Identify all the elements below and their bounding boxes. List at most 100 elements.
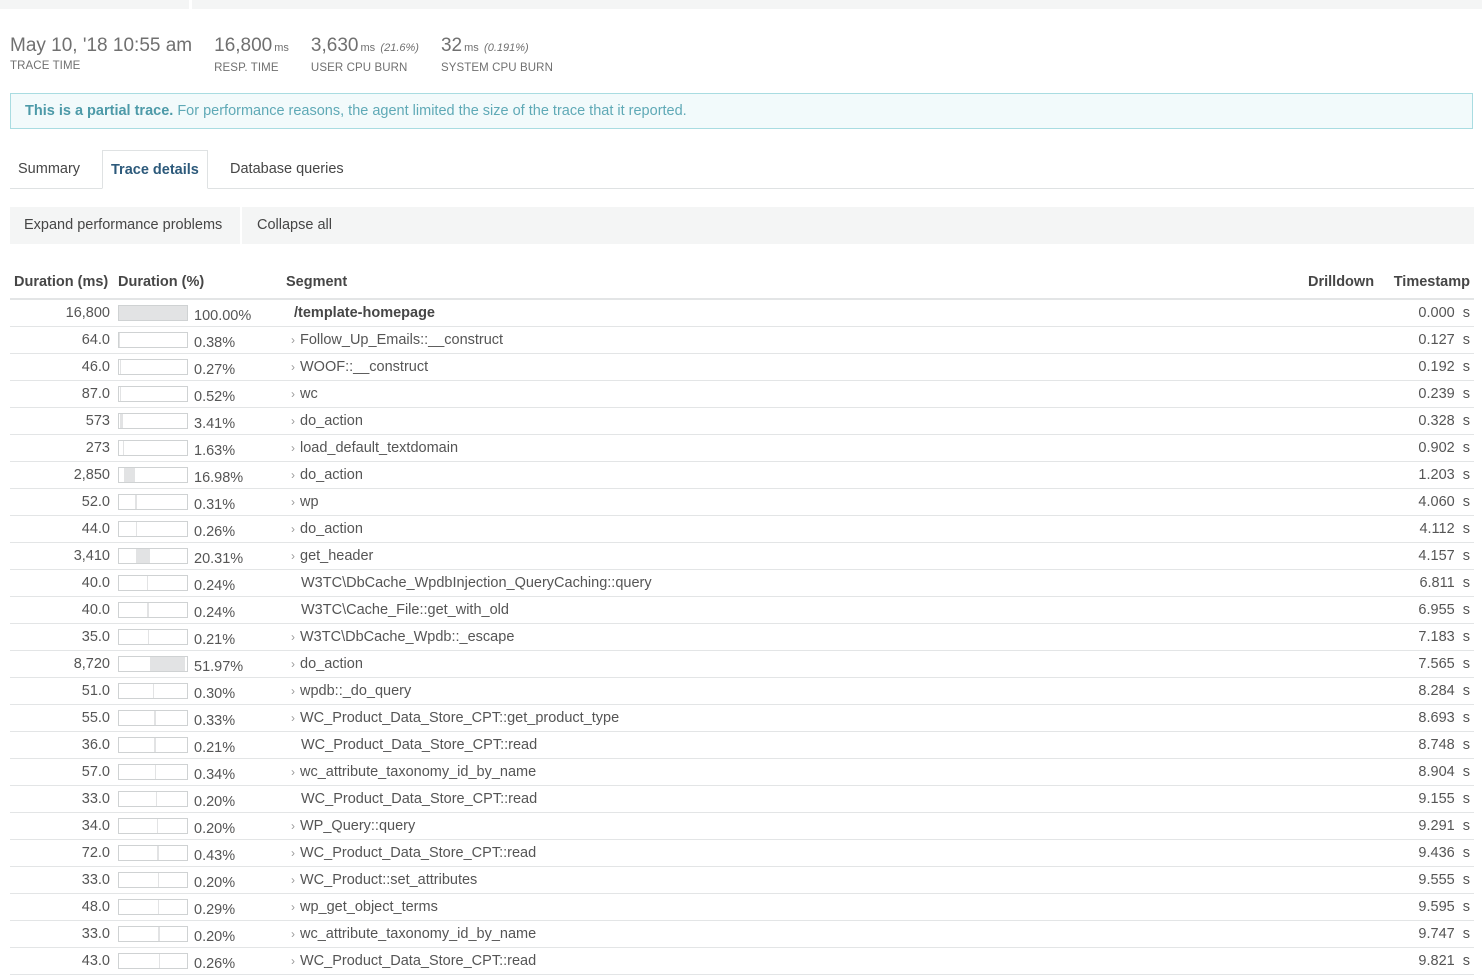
- table-row[interactable]: 72.0 0.43% › WC_Product_Data_Store_CPT::rea…: [10, 839, 1474, 867]
- timestamp-cell: 9.555 s: [1382, 866, 1474, 894]
- duration-pct-value: 0.43%: [194, 848, 236, 865]
- duration-pct-cell: 16.98%: [114, 461, 282, 489]
- duration-ms-cell: 8,720: [10, 650, 114, 678]
- segment-cell[interactable]: WC_Product_Data_Store_CPT::read: [282, 731, 1304, 759]
- table-row[interactable]: 64.0 0.38% › Follow_Up_Emails::__construct 0…: [10, 326, 1474, 354]
- expand-chevron-icon[interactable]: ›: [286, 684, 300, 698]
- segment-cell[interactable]: › load_default_textdomain: [282, 434, 1304, 462]
- segment-cell[interactable]: W3TC\DbCache_WpdbInjection_QueryCaching:…: [282, 569, 1304, 597]
- segment-cell[interactable]: › Follow_Up_Emails::__construct: [282, 326, 1304, 354]
- table-row[interactable]: 573 3.41% › do_action 0.328 s: [10, 407, 1474, 435]
- table-row[interactable]: 35.0 0.21% › W3TC\DbCache_Wpdb::_escape 7.18…: [10, 623, 1474, 651]
- table-row[interactable]: 33.0 0.20% WC_Product_Data_Store_CPT::read…: [10, 785, 1474, 813]
- duration-bar: [118, 548, 188, 565]
- expand-chevron-icon[interactable]: ›: [286, 495, 300, 509]
- segment-cell[interactable]: › wc_attribute_taxonomy_id_by_name: [282, 758, 1304, 786]
- expand-chevron-icon[interactable]: ›: [286, 441, 300, 455]
- segment-cell[interactable]: › WC_Product::set_attributes: [282, 866, 1304, 894]
- segment-cell[interactable]: › WP_Query::query: [282, 812, 1304, 840]
- collapse-all-button[interactable]: Collapse all: [243, 207, 346, 244]
- duration-bar: [118, 683, 188, 700]
- expand-chevron-icon[interactable]: ›: [286, 549, 300, 563]
- drilldown-cell: [1304, 731, 1382, 759]
- duration-bar: [118, 764, 188, 781]
- segment-cell[interactable]: › do_action: [282, 407, 1304, 435]
- table-row[interactable]: 3,410 20.31% › get_header 4.157 s: [10, 542, 1474, 570]
- tab-trace-details[interactable]: Trace details: [102, 150, 208, 189]
- timestamp-cell: 7.183 s: [1382, 623, 1474, 651]
- segment-cell[interactable]: › wp: [282, 488, 1304, 516]
- table-row[interactable]: 36.0 0.21% WC_Product_Data_Store_CPT::read…: [10, 731, 1474, 759]
- table-row[interactable]: 16,800 100.00% /template-homepage 0.000 s: [10, 299, 1474, 327]
- table-row[interactable]: 40.0 0.24% W3TC\DbCache_WpdbInjection_Quer…: [10, 569, 1474, 597]
- segment-cell[interactable]: › WC_Product_Data_Store_CPT::read: [282, 947, 1304, 975]
- segment-cell[interactable]: › do_action: [282, 650, 1304, 678]
- segment-cell[interactable]: › do_action: [282, 515, 1304, 543]
- col-timestamp[interactable]: Timestamp: [1382, 266, 1474, 300]
- expand-performance-problems-button[interactable]: Expand performance problems: [10, 207, 236, 244]
- timestamp-cell: 0.902 s: [1382, 434, 1474, 462]
- expand-chevron-icon[interactable]: ›: [286, 765, 300, 779]
- table-row[interactable]: 43.0 0.26% › WC_Product_Data_Store_CPT::rea…: [10, 947, 1474, 975]
- expand-chevron-icon[interactable]: ›: [286, 846, 300, 860]
- expand-chevron-icon[interactable]: ›: [286, 711, 300, 725]
- segment-cell[interactable]: W3TC\Cache_File::get_with_old: [282, 596, 1304, 624]
- table-row[interactable]: 8,720 51.97% › do_action 7.565 s: [10, 650, 1474, 678]
- table-row[interactable]: 34.0 0.20% › WP_Query::query 9.291 s: [10, 812, 1474, 840]
- timestamp-cell: 9.821 s: [1382, 947, 1474, 975]
- tab-database-queries[interactable]: Database queries: [222, 150, 352, 188]
- expand-chevron-icon[interactable]: ›: [286, 468, 300, 482]
- segment-cell[interactable]: › get_header: [282, 542, 1304, 570]
- table-row[interactable]: 2,850 16.98% › do_action 1.203 s: [10, 461, 1474, 489]
- table-row[interactable]: 51.0 0.30% › wpdb::_do_query 8.284 s: [10, 677, 1474, 705]
- table-row[interactable]: 40.0 0.24% W3TC\Cache_File::get_with_old 6.…: [10, 596, 1474, 624]
- duration-ms-cell: 72.0: [10, 839, 114, 867]
- expand-chevron-icon[interactable]: ›: [286, 333, 300, 347]
- expand-chevron-icon[interactable]: ›: [286, 819, 300, 833]
- table-row[interactable]: 52.0 0.31% › wp 4.060 s: [10, 488, 1474, 516]
- expand-chevron-icon[interactable]: ›: [286, 630, 300, 644]
- expand-chevron-icon[interactable]: ›: [286, 657, 300, 671]
- tab-summary[interactable]: Summary: [10, 150, 88, 188]
- expand-chevron-icon[interactable]: ›: [286, 387, 300, 401]
- segment-cell[interactable]: › WC_Product_Data_Store_CPT::read: [282, 839, 1304, 867]
- expand-chevron-icon[interactable]: ›: [286, 522, 300, 536]
- expand-chevron-icon[interactable]: ›: [286, 954, 300, 968]
- metric-label: TRACE TIME: [10, 60, 81, 72]
- segment-cell[interactable]: › wc_attribute_taxonomy_id_by_name: [282, 920, 1304, 948]
- table-row[interactable]: 273 1.63% › load_default_textdomain 0.902 s: [10, 434, 1474, 462]
- table-row[interactable]: 33.0 0.20% › WC_Product::set_attributes 9.55…: [10, 866, 1474, 894]
- segment-cell[interactable]: › wp_get_object_terms: [282, 893, 1304, 921]
- drilldown-cell: [1304, 326, 1382, 354]
- drilldown-cell: [1304, 542, 1382, 570]
- duration-ms-cell: 87.0: [10, 380, 114, 408]
- expand-chevron-icon[interactable]: ›: [286, 360, 300, 374]
- segment-cell[interactable]: › wpdb::_do_query: [282, 677, 1304, 705]
- col-segment[interactable]: Segment: [282, 266, 1304, 300]
- expand-chevron-icon[interactable]: ›: [286, 873, 300, 887]
- expand-chevron-icon[interactable]: ›: [286, 414, 300, 428]
- segment-name: do_action: [300, 467, 363, 483]
- segment-cell[interactable]: /template-homepage: [282, 299, 1304, 327]
- table-row[interactable]: 57.0 0.34% › wc_attribute_taxonomy_id_by_na…: [10, 758, 1474, 786]
- drilldown-cell: [1304, 407, 1382, 435]
- segment-cell[interactable]: › W3TC\DbCache_Wpdb::_escape: [282, 623, 1304, 651]
- table-row[interactable]: 87.0 0.52% › wc 0.239 s: [10, 380, 1474, 408]
- table-row[interactable]: 33.0 0.20% › wc_attribute_taxonomy_id_by_na…: [10, 920, 1474, 948]
- segment-cell[interactable]: › WC_Product_Data_Store_CPT::get_product_…: [282, 704, 1304, 732]
- table-row[interactable]: 55.0 0.33% › WC_Product_Data_Store_CPT::get…: [10, 704, 1474, 732]
- segment-cell[interactable]: › WOOF::__construct: [282, 353, 1304, 381]
- metric-user-cpu: 3,630 ms (21.6%) USER CPU BURN: [311, 34, 419, 74]
- expand-chevron-icon[interactable]: ›: [286, 900, 300, 914]
- duration-bar: [118, 845, 188, 862]
- table-row[interactable]: 48.0 0.29% › wp_get_object_terms 9.595 s: [10, 893, 1474, 921]
- col-duration-pct[interactable]: Duration (%): [114, 266, 282, 300]
- expand-chevron-icon[interactable]: ›: [286, 927, 300, 941]
- table-row[interactable]: 46.0 0.27% › WOOF::__construct 0.192 s: [10, 353, 1474, 381]
- duration-pct-value: 0.31%: [194, 497, 236, 514]
- table-row[interactable]: 44.0 0.26% › do_action 4.112 s: [10, 515, 1474, 543]
- segment-cell[interactable]: WC_Product_Data_Store_CPT::read: [282, 785, 1304, 813]
- col-duration-ms[interactable]: Duration (ms): [10, 266, 114, 300]
- segment-cell[interactable]: › do_action: [282, 461, 1304, 489]
- segment-cell[interactable]: › wc: [282, 380, 1304, 408]
